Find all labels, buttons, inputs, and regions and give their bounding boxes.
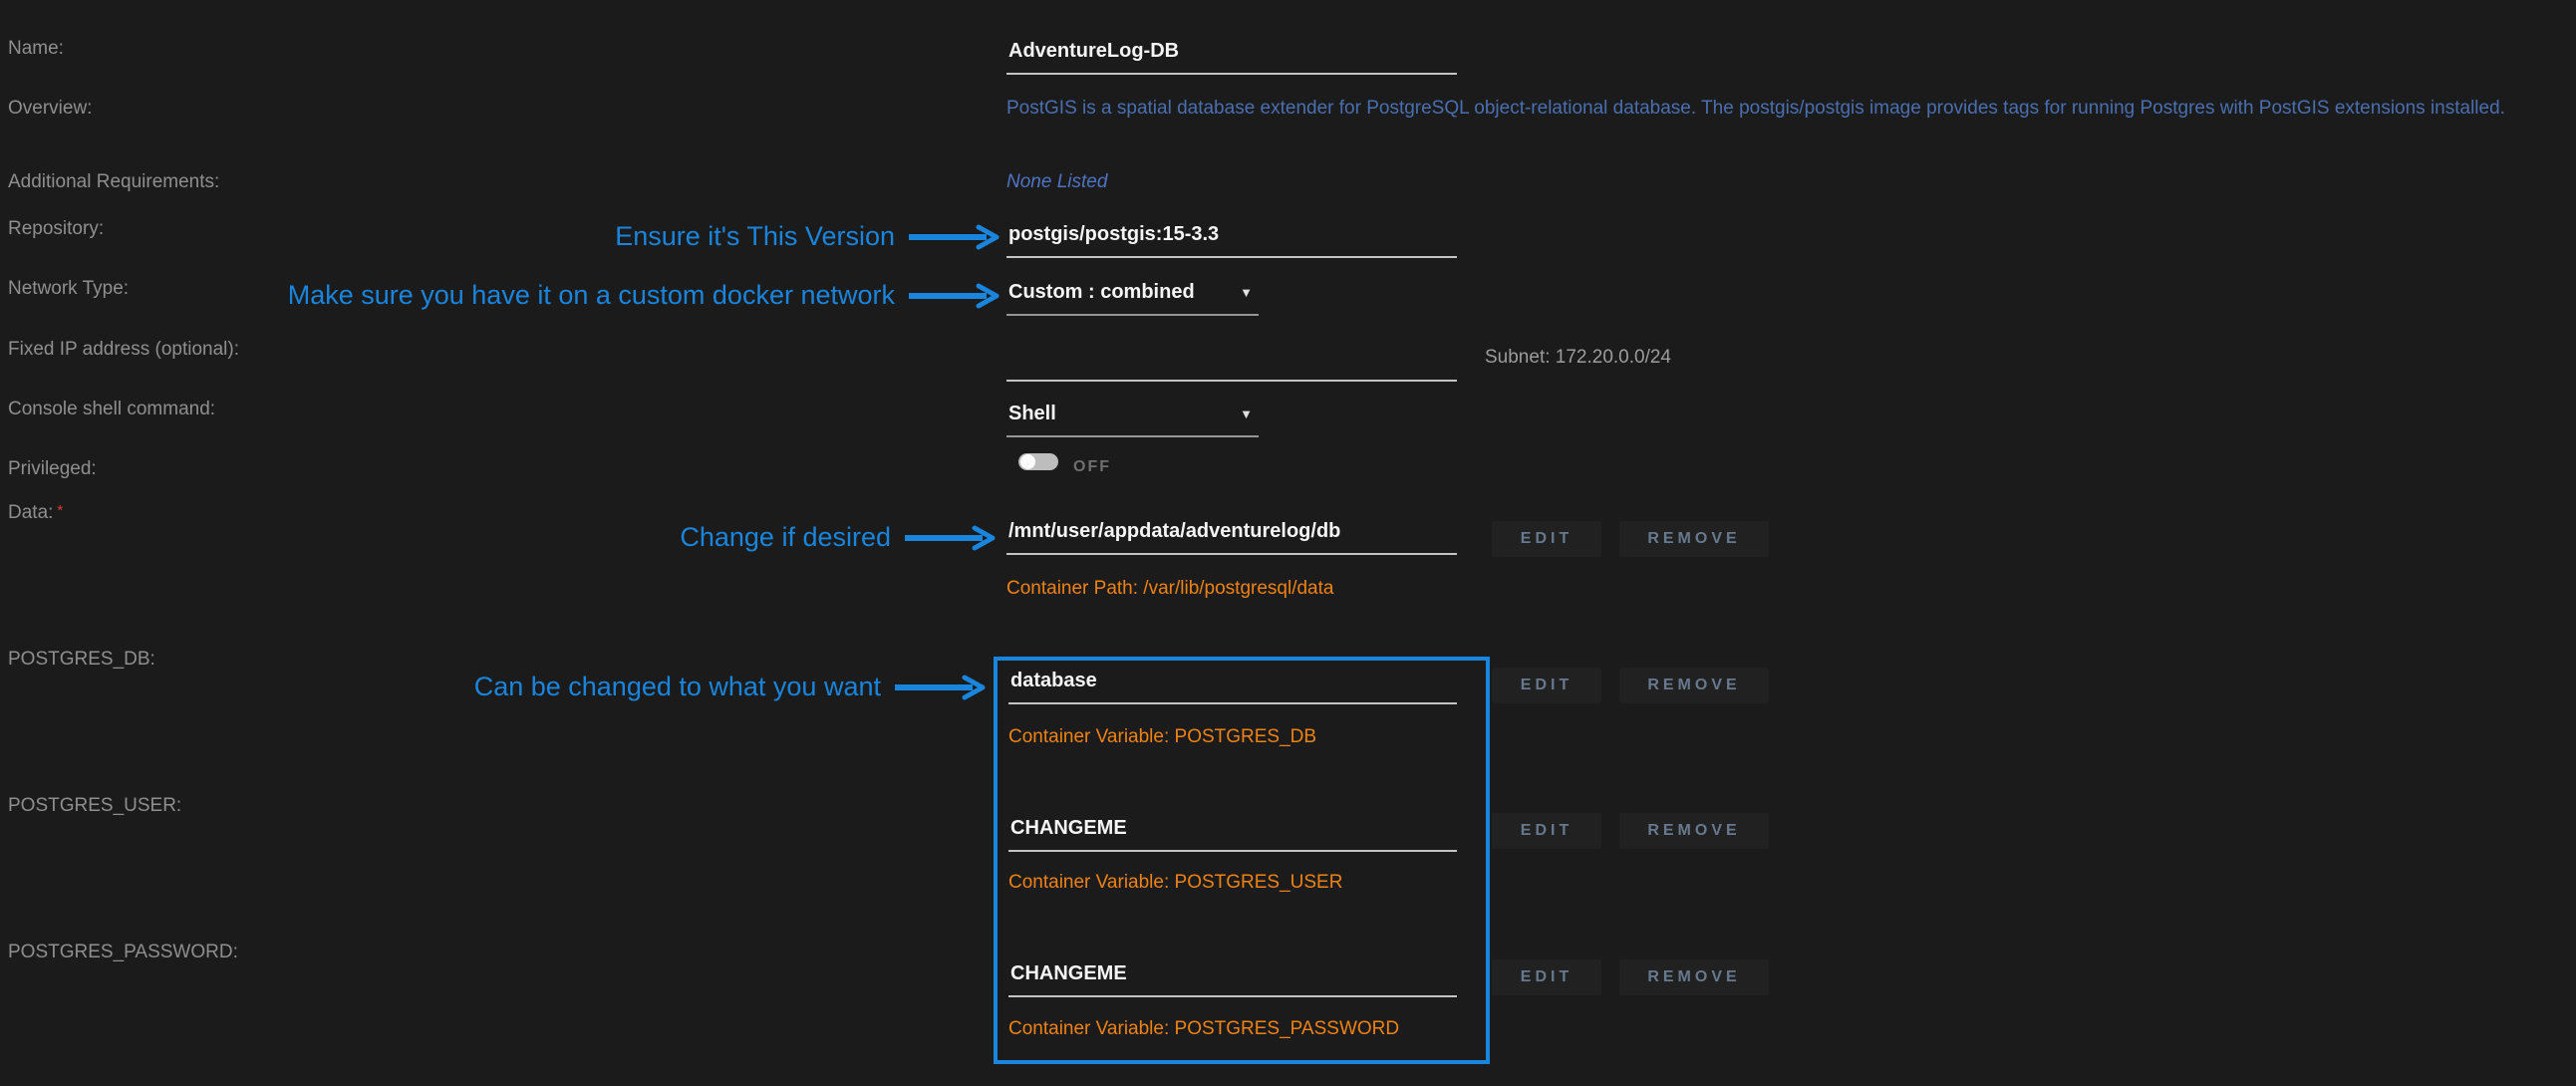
console-shell-label: Console shell command: [8, 399, 215, 420]
chevron-down-icon: ▼ [1240, 407, 1253, 421]
privileged-state-label: OFF [1073, 458, 1111, 476]
repository-input[interactable] [1006, 223, 1457, 258]
postgres-db-variable-text: Container Variable: POSTGRES_DB [1008, 726, 1316, 748]
annotation-postgres-db: Can be changed to what you want [474, 672, 988, 702]
arrow-right-icon [903, 525, 998, 551]
postgres-user-input[interactable] [1008, 817, 1457, 852]
annotation-data-text: Change if desired [680, 522, 891, 553]
postgres-db-label: POSTGRES_DB: [8, 649, 155, 671]
overview-label: Overview: [8, 98, 92, 120]
subnet-text: Subnet: 172.20.0.0/24 [1485, 347, 1671, 369]
data-label: Data:* [8, 502, 63, 524]
name-input[interactable] [1006, 40, 1457, 75]
postgres-password-variable-text: Container Variable: POSTGRES_PASSWORD [1008, 1018, 1399, 1040]
postgres-user-variable-text: Container Variable: POSTGRES_USER [1008, 872, 1342, 894]
network-type-select[interactable]: Custom : combined ▼ [1006, 281, 1259, 316]
annotation-postgres-db-text: Can be changed to what you want [474, 672, 881, 702]
fixed-ip-input[interactable] [1006, 347, 1457, 382]
data-edit-button[interactable]: EDIT [1492, 521, 1601, 557]
network-type-selected-value: Custom : combined [1008, 281, 1195, 304]
postgres-user-edit-button[interactable]: EDIT [1492, 813, 1601, 849]
chevron-down-icon: ▼ [1240, 285, 1253, 300]
data-container-path-text: Container Path: /var/lib/postgresql/data [1006, 578, 1333, 600]
privileged-toggle[interactable] [1018, 453, 1058, 470]
data-remove-button[interactable]: REMOVE [1619, 521, 1769, 557]
toggle-knob [1020, 454, 1035, 469]
postgres-password-label: POSTGRES_PASSWORD: [8, 942, 238, 963]
annotation-repository: Ensure it's This Version [615, 221, 1002, 252]
postgres-user-label: POSTGRES_USER: [8, 795, 181, 817]
postgres-db-input[interactable] [1008, 670, 1457, 704]
console-shell-select[interactable]: Shell ▼ [1006, 403, 1259, 437]
arrow-right-icon [893, 675, 988, 700]
postgres-db-edit-button[interactable]: EDIT [1492, 668, 1601, 703]
postgres-user-remove-button[interactable]: REMOVE [1619, 813, 1769, 849]
postgres-password-edit-button[interactable]: EDIT [1492, 959, 1601, 995]
postgres-password-input[interactable] [1008, 962, 1457, 997]
required-asterisk: * [57, 502, 63, 519]
fixed-ip-label: Fixed IP address (optional): [8, 339, 239, 361]
additional-requirements-value: None Listed [1006, 171, 1107, 193]
annotation-data: Change if desired [680, 522, 998, 553]
annotation-network-type: Make sure you have it on a custom docker… [288, 280, 1002, 311]
repository-label: Repository: [8, 218, 104, 240]
postgres-password-remove-button[interactable]: REMOVE [1619, 959, 1769, 995]
postgres-db-remove-button[interactable]: REMOVE [1619, 668, 1769, 703]
container-settings-page: Name: Overview: PostGIS is a spatial dat… [0, 0, 2576, 1086]
additional-requirements-label: Additional Requirements: [8, 171, 219, 193]
name-label: Name: [8, 38, 64, 60]
arrow-right-icon [907, 283, 1002, 309]
annotation-network-type-text: Make sure you have it on a custom docker… [288, 280, 895, 311]
console-shell-selected-value: Shell [1008, 403, 1056, 425]
overview-text: PostGIS is a spatial database extender f… [1006, 98, 2505, 120]
privileged-label: Privileged: [8, 458, 97, 480]
network-type-label: Network Type: [8, 278, 129, 300]
arrow-right-icon [907, 224, 1002, 250]
annotation-repository-text: Ensure it's This Version [615, 221, 895, 252]
highlight-box [994, 657, 1490, 1064]
data-path-input[interactable] [1006, 520, 1457, 555]
